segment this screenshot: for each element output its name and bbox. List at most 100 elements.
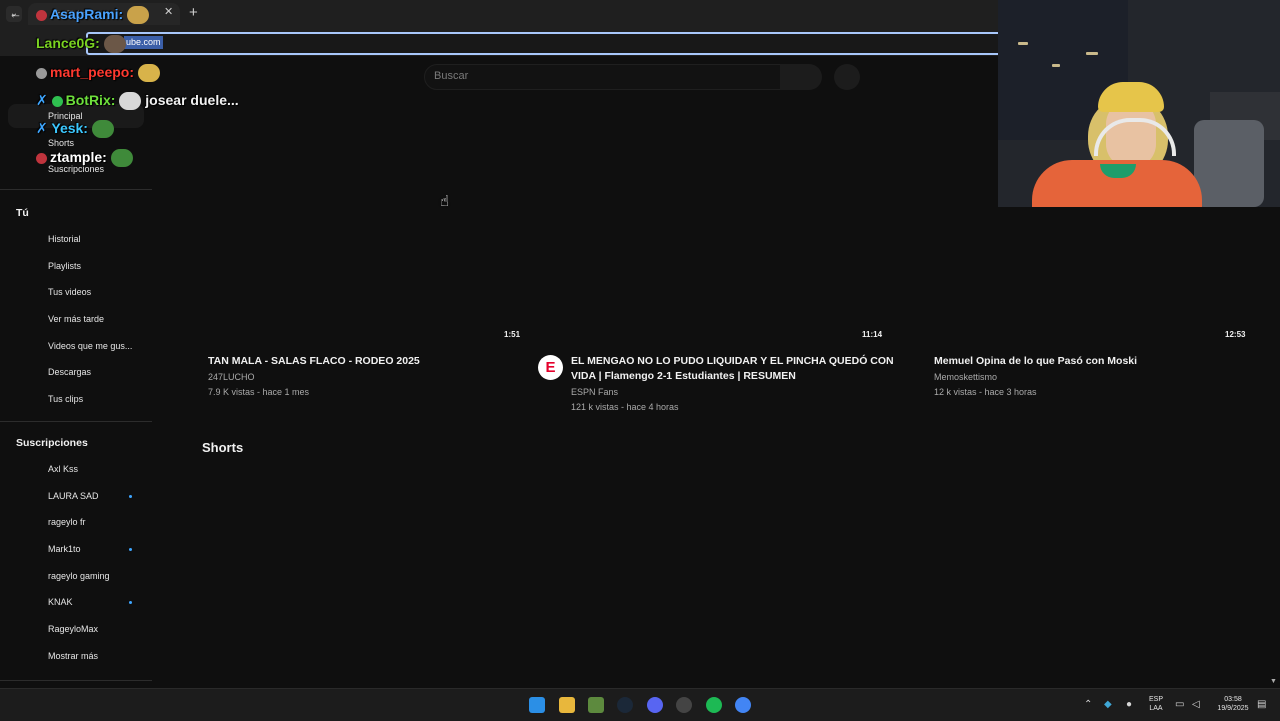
scroll-down-arrow-icon[interactable]: ▼ [1270,678,1277,685]
sidebar-item-your-clips[interactable]: Tus clips [48,394,83,404]
verified-badge-icon [51,95,63,107]
chat-username: AsapRami: [50,6,124,22]
sidebar-item-shorts[interactable]: Shorts [48,138,74,148]
clock-date: 19/9/2025 [1217,705,1249,712]
chrome-icon[interactable] [735,697,751,713]
webcam-overlay [998,0,1280,207]
sidebar-item-downloads[interactable]: Descargas [48,367,91,377]
user-badge-icon [36,67,47,79]
chat-message: AsapRami: [36,6,150,25]
streamer-cap [1098,82,1164,112]
chat-username: mart_peepo: [50,64,135,80]
emote-icon [138,64,161,83]
new-content-dot [129,548,132,551]
tray-app-icon[interactable]: ◆ [1104,699,1112,710]
new-content-dot [129,601,132,604]
emote-icon [103,35,126,54]
windows-start-icon[interactable] [529,697,545,713]
webcam-chair [1194,120,1264,207]
sidebar-item-your-videos[interactable]: Tus videos [48,287,91,297]
emote-icon [127,6,150,25]
video-channel[interactable]: ESPN Fans [571,387,618,397]
video-title[interactable]: TAN MALA - SALAS FLACO - RODEO 2025 [208,354,420,369]
chat-username: Yesk: [51,120,88,136]
search-button[interactable] [780,64,822,90]
sidebar-item-history[interactable]: Historial [48,234,81,244]
tab-close-icon[interactable]: ✕ [164,5,173,18]
video-stats: 12 k vistas - hace 3 horas [934,387,1037,397]
video-stats: 121 k vistas - hace 4 horas [571,402,679,412]
minecraft-icon[interactable] [588,697,604,713]
user-badge-icon [36,9,47,21]
sidebar-sub-item[interactable]: LAURA SAD [48,491,99,501]
chat-message: ✗ Yesk: [36,120,114,139]
sidebar-subscriptions-heading: Suscripciones [16,437,88,449]
sidebar-you-heading[interactable]: Tú [16,207,29,219]
sidebar-item-watch-later[interactable]: Ver más tarde [48,314,104,324]
sidebar-sub-item[interactable]: Axl Kss [48,464,78,474]
chat-message: mart_peepo: [36,64,161,83]
new-tab-icon[interactable]: + [189,4,198,21]
sword-badge-icon: ✗ [36,120,48,136]
sidebar-divider [0,680,152,681]
network-icon[interactable]: ▭ [1175,699,1184,710]
mouse-cursor-icon: ☝ [440,193,450,210]
sidebar-sub-item[interactable]: KNAK [48,597,73,607]
keyboard-layout: LAA [1149,705,1163,712]
sidebar-sub-item[interactable]: rageylo gaming [48,571,110,581]
search-input[interactable] [424,64,782,90]
video-duration: 1:51 [504,330,521,339]
chat-username: ztample: [50,149,107,165]
video-title[interactable]: Memuel Opina de lo que Pasó con Moski [934,354,1137,369]
shorts-section-heading: Shorts [202,440,244,455]
language-indicator[interactable]: ESP LAA [1146,695,1166,713]
sidebar-sub-item[interactable]: Mark1to [48,544,81,554]
user-badge-icon [36,152,47,164]
back-arrow-icon[interactable]: ← [9,6,22,21]
sidebar-sub-item[interactable]: RageyloMax [48,624,98,634]
new-content-dot [129,495,132,498]
spotify-icon[interactable] [706,697,722,713]
tray-chevron-icon[interactable]: ⌃ [1084,699,1092,710]
discord-icon[interactable] [647,697,663,713]
voice-search-button[interactable] [834,64,860,90]
video-channel[interactable]: Memoskettismo [934,372,997,382]
video-stats: 7.9 K vistas - hace 1 mes [208,387,310,397]
city-light [1052,64,1060,67]
sidebar-sub-item[interactable]: rageylo fr [48,517,86,527]
steam-icon[interactable] [617,697,633,713]
sidebar-show-more[interactable]: Mostrar más [48,651,98,661]
system-clock[interactable]: 03:58 19/9/2025 [1210,695,1256,713]
sidebar-item-playlists[interactable]: Playlists [48,261,81,271]
video-title-line2[interactable]: VIDA | Flamengo 2-1 Estudiantes | RESUME… [571,369,796,384]
address-bar[interactable] [86,32,1002,55]
video-duration: 12:53 [1225,330,1246,339]
chat-text: josear duele... [145,92,239,108]
obs-icon[interactable] [676,697,692,713]
chat-message: ✗ BotRix: josear duele... [36,92,239,111]
url-text[interactable]: ube.com [124,36,163,49]
sidebar-item-liked-videos[interactable]: Videos que me gus... [48,341,132,351]
chat-username: Lance0G: [36,35,100,51]
city-light [1018,42,1028,45]
search-placeholder: Buscar [434,70,469,82]
channel-avatar[interactable]: E [538,355,563,380]
video-duration: 11:14 [862,330,883,339]
chat-username: BotRix: [65,92,116,108]
video-channel[interactable]: 247LUCHO [208,372,255,382]
emote-icon [91,120,114,139]
file-explorer-icon[interactable] [559,697,575,713]
sidebar-divider [0,189,152,190]
video-title[interactable]: EL MENGAO NO LO PUDO LIQUIDAR Y EL PINCH… [571,354,894,369]
clock-time: 03:58 [1224,696,1242,703]
sword-badge-icon: ✗ [36,92,48,108]
city-light [1086,52,1098,55]
volume-icon[interactable]: ◁ [1192,699,1200,710]
microphone-icon[interactable]: ● [1126,699,1132,710]
sidebar-divider [0,421,152,422]
language-code: ESP [1148,696,1163,703]
chat-message: ztample: [36,149,133,168]
chat-message: Lance0G: [36,35,126,54]
emote-icon [110,149,133,168]
notification-icon[interactable]: ▤ [1257,699,1266,710]
